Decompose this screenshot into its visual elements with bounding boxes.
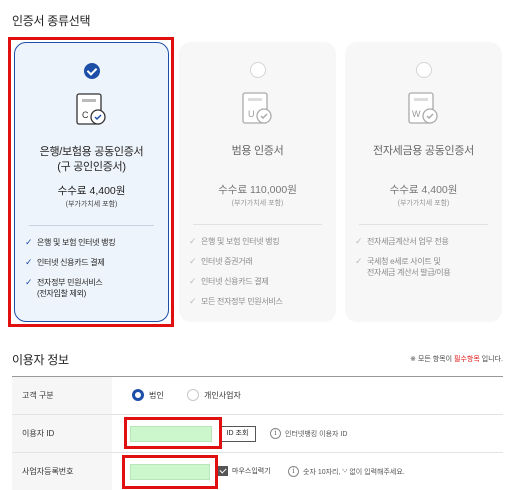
cert-fee: 수수료 4,400원 — [389, 184, 458, 196]
mouse-input-checkbox[interactable]: 마우스입력기 — [218, 466, 271, 476]
cert-vat-note: (부가가치세 포함) — [397, 200, 450, 207]
biz-number-hint: i 숫자 10자리, '-' 없이 입력해주세요. — [288, 466, 405, 477]
cert-card-e-tax[interactable]: W 전자세금용 공동인증서 수수료 4,400원 (부가가치세 포함) ✓ 전자세… — [345, 42, 502, 322]
required-note: ※ 모든 항목이 필수항목 입니다. — [410, 356, 503, 363]
user-info-form: 고객 구분 법인 개인사업자 이용자 ID ID 조회 i 인터넷뱅킹 이용자 I… — [12, 376, 503, 490]
radio-individual[interactable]: 개인사업자 — [187, 389, 241, 401]
feature-item: ✓ 은행 및 보험 인터넷 뱅킹 — [189, 236, 280, 246]
highlight-box — [8, 37, 174, 327]
certificate-icon: U — [241, 92, 272, 124]
certificate-letter: U — [248, 109, 255, 119]
user-id-hint: i 인터넷뱅킹 이용자 ID — [270, 428, 347, 439]
divider — [359, 224, 488, 225]
row-user-id: 이용자 ID ID 조회 i 인터넷뱅킹 이용자 ID — [12, 415, 503, 453]
check-icon: ✓ — [189, 276, 197, 286]
label-user-id: 이용자 ID — [12, 415, 112, 452]
check-icon: ✓ — [355, 236, 363, 246]
certificate-icon: W — [407, 92, 438, 124]
cert-vat-note: (부가가치세 포함) — [231, 200, 284, 207]
cert-name: 전자세금용 공동인증서 — [373, 145, 474, 157]
check-icon: ✓ — [355, 256, 363, 266]
highlight-box — [124, 417, 222, 449]
radio-circle-icon[interactable] — [415, 62, 432, 78]
section-title-user-info: 이용자 정보 — [12, 353, 69, 367]
radio-circle-icon[interactable] — [249, 62, 266, 78]
feature-item: ✓ 모든 전자정부 민원서비스 — [189, 296, 283, 306]
cert-card-group: C 은행/보험용 공동인증서 (구 공인인증서) 수수료 4,400원 (부가가… — [8, 37, 503, 327]
row-biz-number: 사업자등록번호 마우스입력기 i 숫자 10자리, '-' 없이 입력해주세요. — [12, 453, 503, 490]
check-icon: ✓ — [189, 256, 197, 266]
radio-corporate[interactable]: 법인 — [132, 389, 164, 401]
feature-item-cont: 전자세금 계산서 발급/이용 — [367, 268, 451, 277]
label-customer-type: 고객 구분 — [12, 377, 112, 414]
feature-item: ✓ 인터넷 증권거래 — [189, 256, 253, 266]
highlight-box — [122, 455, 218, 489]
section-title-cert-type: 인증서 종류선택 — [12, 14, 91, 28]
check-icon: ✓ — [189, 296, 197, 306]
feature-item: ✓ 전자세금계산서 업무 전용 — [355, 236, 449, 246]
label-biz-number: 사업자등록번호 — [12, 453, 112, 490]
cert-card-general[interactable]: U 범용 인증서 수수료 110,000원 (부가가치세 포함) ✓ 은행 및 보… — [179, 42, 336, 322]
info-icon: i — [288, 466, 299, 477]
checkbox-checked-icon — [218, 466, 228, 476]
radio-empty-icon — [187, 389, 199, 401]
cert-fee: 수수료 110,000원 — [218, 184, 297, 196]
certificate-letter: W — [412, 109, 421, 119]
row-customer-type: 고객 구분 법인 개인사업자 — [12, 377, 503, 415]
info-icon: i — [270, 428, 281, 439]
cert-name: 범용 인증서 — [231, 145, 284, 157]
check-icon: ✓ — [189, 236, 197, 246]
radio-selected-icon — [132, 389, 144, 401]
id-check-button[interactable]: ID 조회 — [219, 426, 256, 442]
feature-item: ✓ 국세청 e세로 사이트 및 — [355, 256, 441, 266]
feature-item: ✓ 인터넷 신용카드 결제 — [189, 276, 269, 286]
divider — [193, 224, 322, 225]
